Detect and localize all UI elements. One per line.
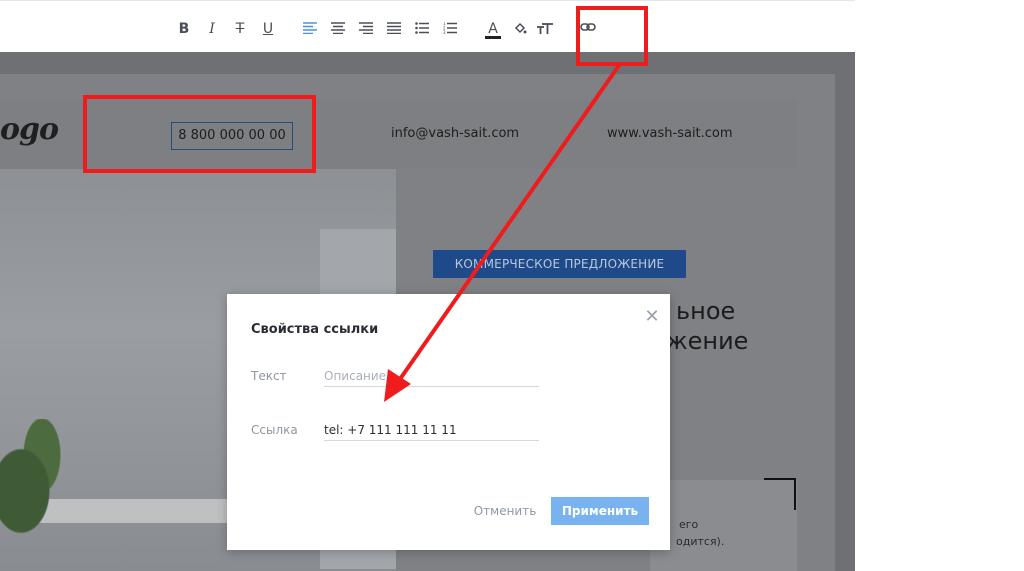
headline-line-2: жение	[666, 327, 749, 355]
fill-color-icon[interactable]	[510, 17, 530, 41]
dialog-title: Свойства ссылки	[251, 322, 379, 337]
strikethrough-button[interactable]: T	[230, 17, 250, 41]
cancel-button[interactable]: Отменить	[470, 497, 540, 525]
annotation-box-link-button	[576, 6, 648, 66]
photo-plant	[0, 419, 70, 539]
bold-button[interactable]: B	[174, 17, 194, 41]
align-justify-icon[interactable]	[384, 17, 404, 41]
text-field-label: Текст	[251, 369, 287, 383]
offer-badge[interactable]: КОММЕРЧЕСКОЕ ПРЕДЛОЖЕНИЕ	[433, 250, 686, 278]
corner-decoration	[764, 478, 796, 510]
svg-text:3: 3	[443, 30, 446, 34]
font-size-icon[interactable]	[535, 17, 555, 41]
bullet-list-icon[interactable]	[412, 17, 432, 41]
align-center-icon[interactable]	[328, 17, 348, 41]
align-left-icon[interactable]	[300, 17, 320, 41]
headline-line-1: ьное	[676, 297, 736, 325]
link-url-input[interactable]	[324, 419, 539, 441]
close-icon[interactable]: ✕	[643, 308, 661, 326]
numbered-list-icon[interactable]: 123	[440, 17, 460, 41]
apply-button[interactable]: Применить	[551, 497, 649, 525]
italic-button[interactable]: I	[202, 17, 222, 41]
headline[interactable]: ьное жение	[666, 296, 748, 356]
logo: ogo	[0, 112, 59, 147]
align-right-icon[interactable]	[356, 17, 376, 41]
email-text[interactable]: info@vash-sait.com	[391, 126, 519, 141]
underline-button[interactable]: U	[258, 17, 278, 41]
link-properties-dialog: Свойства ссылки ✕ Текст Ссылка Отменить …	[227, 294, 670, 550]
card-text-fragment-2: одится).	[676, 535, 725, 548]
link-text-input[interactable]	[324, 365, 539, 387]
annotation-box-phone	[83, 95, 316, 173]
text-color-button[interactable]: A	[483, 17, 503, 41]
card-text-fragment-1: его	[679, 518, 699, 531]
website-text[interactable]: www.vash-sait.com	[607, 126, 733, 141]
formatting-toolbar: B I T U 123 A	[0, 0, 855, 52]
link-field-label: Ссылка	[251, 423, 298, 437]
